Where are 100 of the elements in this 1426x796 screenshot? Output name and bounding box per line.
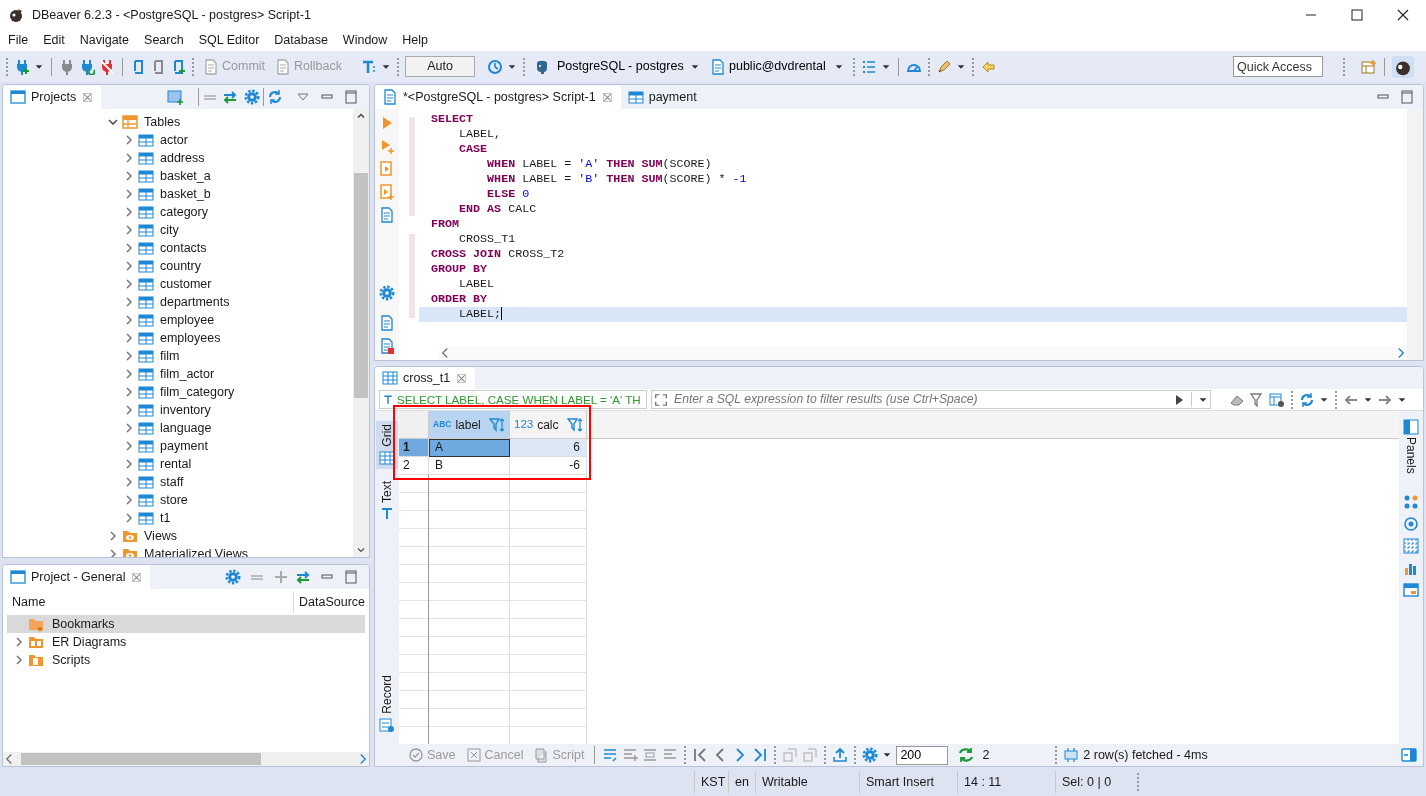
tree-row[interactable]: Bookmarks xyxy=(7,615,365,633)
add-row-icon[interactable] xyxy=(622,747,639,763)
last-page-icon[interactable] xyxy=(752,747,769,763)
row-number[interactable]: 2 xyxy=(399,457,429,475)
menu-item[interactable]: Database xyxy=(266,30,335,51)
close-icon[interactable] xyxy=(81,90,95,104)
sync-icon[interactable] xyxy=(267,89,283,105)
script-run-new-icon[interactable] xyxy=(379,184,395,200)
beaver-icon[interactable] xyxy=(1392,55,1414,78)
menu-item[interactable]: Window xyxy=(334,30,395,51)
view-tab[interactable]: Record xyxy=(376,672,398,736)
layout-icon[interactable] xyxy=(1403,581,1419,598)
tree-item[interactable]: actor xyxy=(160,130,188,150)
table-cell[interactable]: B xyxy=(429,457,510,475)
add-icon[interactable] xyxy=(273,569,289,585)
tree-item[interactable]: payment xyxy=(160,436,208,456)
tree-item[interactable]: country xyxy=(160,256,201,276)
menu-item[interactable]: File xyxy=(0,30,36,51)
project-general-tab[interactable]: Project - General xyxy=(3,565,151,589)
close-icon[interactable] xyxy=(600,90,614,104)
copy-row-icon[interactable] xyxy=(642,747,659,763)
menu-item[interactable]: Navigate xyxy=(71,30,137,51)
plug-icon[interactable] xyxy=(59,58,75,75)
fetch-size-field[interactable]: 200 xyxy=(896,745,949,765)
tree-item[interactable]: basket_a xyxy=(160,166,211,186)
link-icon[interactable] xyxy=(222,89,238,105)
plan-icon[interactable] xyxy=(379,207,395,223)
tree-item[interactable]: Tables xyxy=(144,112,181,132)
scrollbar-thumb[interactable] xyxy=(21,753,261,765)
quick-access-field[interactable]: Quick Access xyxy=(1233,56,1323,77)
tree-item[interactable]: rental xyxy=(160,454,192,474)
refresh-icon[interactable] xyxy=(1299,391,1315,408)
tree-item[interactable]: customer xyxy=(160,274,212,294)
tree-item[interactable]: departments xyxy=(160,292,230,312)
row-number[interactable]: 1 xyxy=(399,439,429,457)
new-script-icon[interactable] xyxy=(379,315,395,331)
table-cell[interactable]: -6 xyxy=(510,457,587,475)
export-icon[interactable] xyxy=(832,747,849,763)
connection-dropdown[interactable]: PostgreSQL - postgres xyxy=(531,55,703,78)
panels-tab[interactable]: Panels xyxy=(1402,419,1420,474)
sort-filter-icon[interactable] xyxy=(489,416,505,433)
scrollbar-thumb[interactable] xyxy=(354,173,368,398)
grouping-icon[interactable] xyxy=(1403,537,1419,554)
perspective-icon[interactable] xyxy=(1361,58,1377,75)
maximize-icon[interactable] xyxy=(1399,89,1415,105)
tree-item[interactable]: Materialized Views xyxy=(144,544,248,557)
menu-item[interactable]: Help xyxy=(394,30,436,51)
close-icon[interactable] xyxy=(455,371,469,385)
execute-new-icon[interactable] xyxy=(379,138,395,154)
view-tab[interactable]: Text xyxy=(376,477,398,525)
filter-field[interactable]: Enter a SQL expression to filter results (use Ctrl+Space) xyxy=(651,390,1211,409)
save-grid-icon[interactable] xyxy=(1269,391,1285,408)
plug-disconnect-icon[interactable] xyxy=(99,58,115,75)
tree-item[interactable]: t1 xyxy=(160,508,171,528)
editor-tab[interactable]: *<PostgreSQL - postgres> Script-1 xyxy=(375,85,621,109)
settings-icon[interactable] xyxy=(379,285,395,301)
tree-row[interactable]: Scripts xyxy=(7,651,365,669)
tree-item[interactable]: address xyxy=(160,148,205,168)
sort-filter-icon[interactable] xyxy=(566,416,583,433)
results-tab[interactable]: cross_t1 xyxy=(375,367,476,389)
tree-item[interactable]: category xyxy=(160,202,208,222)
new-window-icon[interactable] xyxy=(167,89,183,105)
tree-row[interactable]: ER Diagrams xyxy=(7,633,365,651)
tree-item[interactable]: language xyxy=(160,418,212,438)
projects-tab[interactable]: Projects xyxy=(3,85,102,109)
column-header[interactable]: ABC label xyxy=(429,411,510,439)
maximize-icon[interactable] xyxy=(343,89,359,105)
tree-item[interactable]: city xyxy=(160,220,179,240)
table-cell[interactable]: A xyxy=(429,439,510,457)
tree-item[interactable]: basket_b xyxy=(160,184,211,204)
commit-mode-button[interactable]: Auto xyxy=(405,56,475,77)
view-tab[interactable]: Grid xyxy=(376,421,398,469)
menu-item[interactable]: Search xyxy=(136,30,191,51)
tree-item[interactable]: inventory xyxy=(160,400,211,420)
script-run-icon[interactable] xyxy=(379,161,395,177)
tree-item[interactable]: Views xyxy=(144,526,178,546)
tree-item[interactable]: contacts xyxy=(160,238,207,258)
metadata-icon[interactable] xyxy=(1403,515,1419,532)
value-icon[interactable] xyxy=(1403,493,1419,510)
expand-icon[interactable] xyxy=(654,392,668,407)
format-icon[interactable] xyxy=(602,747,619,763)
table-cell[interactable]: 6 xyxy=(510,439,587,457)
settings-icon[interactable] xyxy=(244,89,260,105)
tree-item[interactable]: film_actor xyxy=(160,364,215,384)
refresh-icon[interactable] xyxy=(958,747,975,763)
close-icon[interactable] xyxy=(130,570,144,584)
tree-item[interactable]: store xyxy=(160,490,188,510)
first-page-icon[interactable] xyxy=(692,747,709,763)
menu-item[interactable]: Edit xyxy=(35,30,72,51)
column-header[interactable]: 123 calc xyxy=(510,411,587,439)
settings-icon[interactable] xyxy=(225,569,241,585)
editor-tab[interactable]: payment xyxy=(620,85,704,109)
load-script-icon[interactable] xyxy=(379,338,395,354)
tree-item[interactable]: staff xyxy=(160,472,184,492)
side-panel-icon[interactable] xyxy=(1401,747,1417,763)
tree-item[interactable]: film_category xyxy=(160,382,235,402)
menu-item[interactable]: SQL Editor xyxy=(190,30,267,51)
tree-item[interactable]: employee xyxy=(160,310,215,330)
link-icon[interactable] xyxy=(295,569,311,585)
filter-icon[interactable] xyxy=(1249,391,1265,408)
